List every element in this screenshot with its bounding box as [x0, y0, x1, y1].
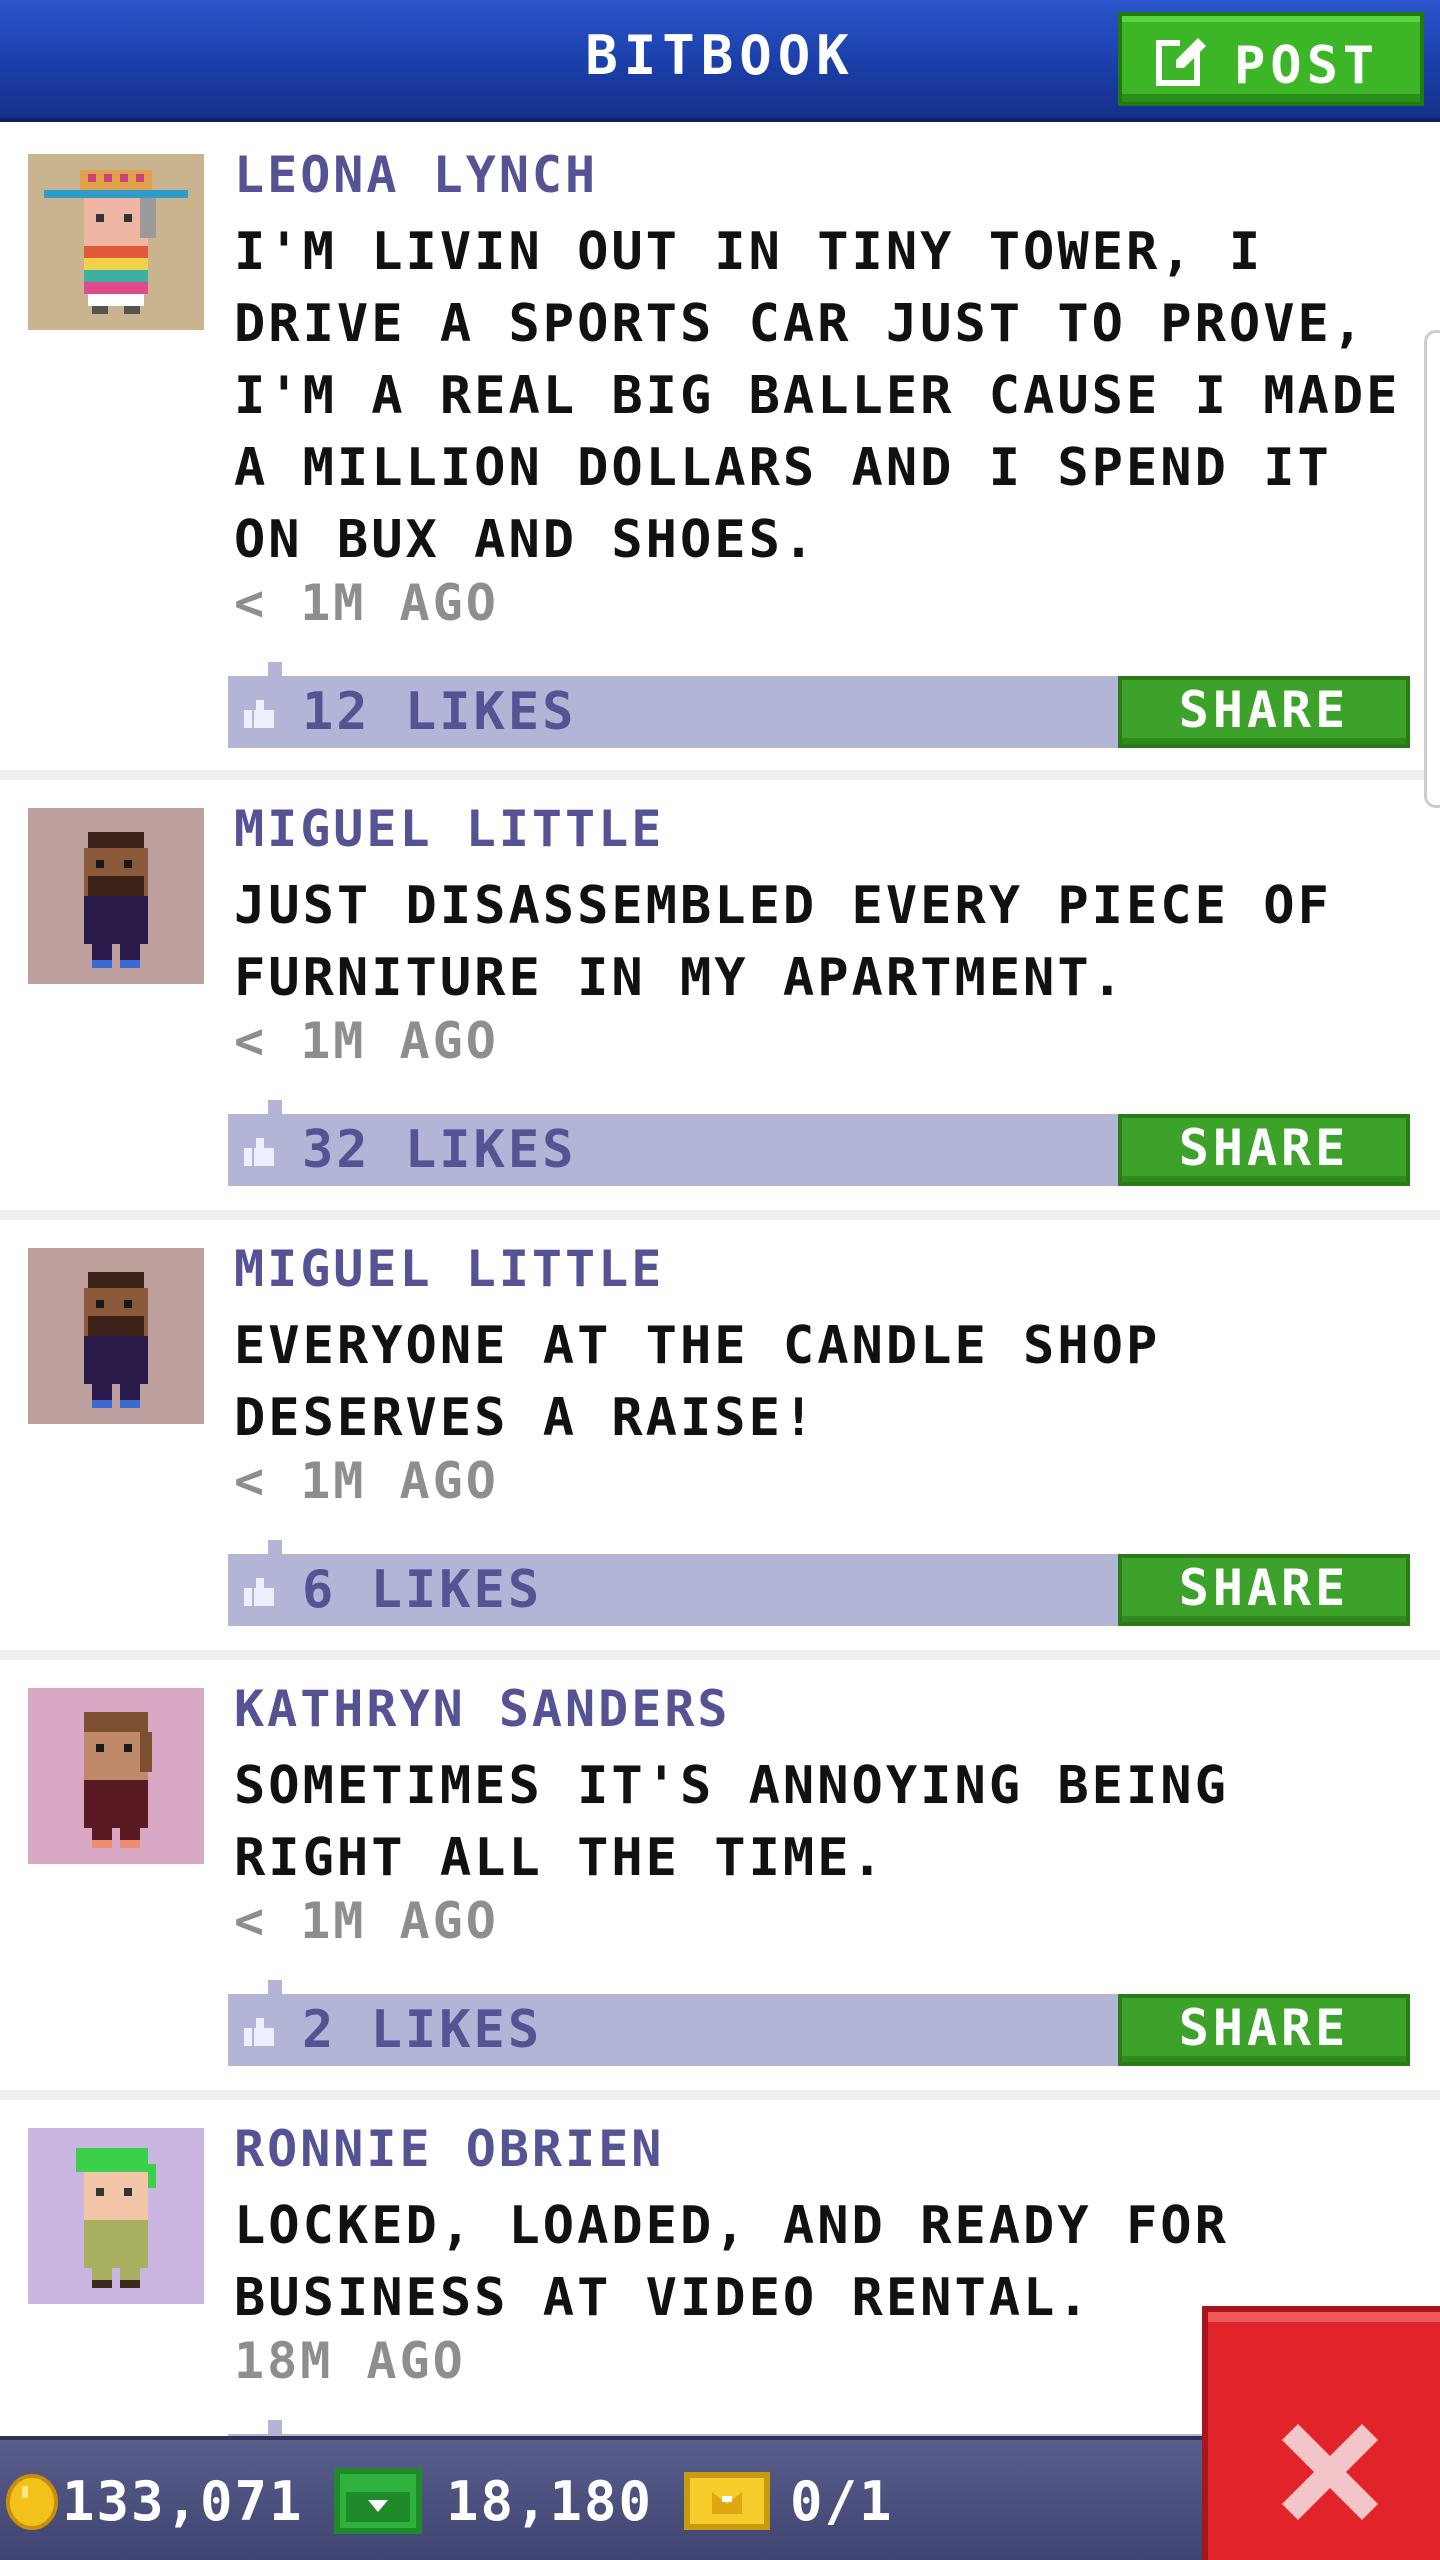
like-bar-notch	[268, 1980, 282, 1994]
header-bar: BITBOOK POST	[0, 0, 1440, 122]
coins-counter: 133,071	[62, 2470, 304, 2533]
post-author[interactable]: MIGUEL LITTLE	[234, 1240, 664, 1298]
like-bar: 6 LIKES SHARE	[228, 1540, 1410, 1626]
like-bar: 2 LIKES SHARE	[228, 1980, 1410, 2066]
avatar	[28, 1688, 204, 1864]
thumbs-up-icon[interactable]	[242, 1134, 276, 1168]
avatar	[28, 1248, 204, 1424]
close-button[interactable]	[1202, 2306, 1440, 2560]
post-author[interactable]: MIGUEL LITTLE	[234, 800, 664, 858]
thumbs-up-icon[interactable]	[242, 1574, 276, 1608]
like-bar: 12 LIKES SHARE	[228, 662, 1410, 748]
coin-icon	[6, 2474, 58, 2530]
post-button[interactable]: POST	[1118, 12, 1424, 106]
like-bar-notch	[268, 2420, 282, 2434]
share-button[interactable]: SHARE	[1118, 676, 1410, 748]
post-timestamp: < 1M AGO	[234, 1012, 499, 1070]
share-button[interactable]: SHARE	[1118, 1554, 1410, 1626]
like-count: 32 LIKES	[302, 1120, 577, 1180]
feed-post: KATHRYN SANDERS SOMETIMES IT'S ANNOYING …	[0, 1660, 1440, 2100]
vip-counter: 0/1	[790, 2470, 894, 2533]
thumbs-up-icon[interactable]	[242, 696, 276, 730]
post-message: EVERYONE AT THE CANDLE SHOP DESERVES A R…	[234, 1316, 1161, 1448]
vip-ticket-icon	[684, 2472, 770, 2530]
post-message: JUST DISASSEMBLED EVERY PIECE OF FURNITU…	[234, 876, 1332, 1008]
post-author[interactable]: LEONA LYNCH	[234, 146, 598, 204]
post-label: POST	[1234, 36, 1380, 96]
post-timestamp: < 1M AGO	[234, 1892, 499, 1950]
share-button[interactable]: SHARE	[1118, 1114, 1410, 1186]
post-message: SOMETIMES IT'S ANNOYING BEING RIGHT ALL …	[234, 1756, 1229, 1888]
post-timestamp: 18M AGO	[234, 2332, 466, 2390]
post-message: I'M LIVIN OUT IN TINY TOWER, I DRIVE A S…	[234, 222, 1401, 570]
like-bar-notch	[268, 1540, 282, 1554]
post-author[interactable]: RONNIE OBRIEN	[234, 2120, 664, 2178]
like-count: 12 LIKES	[302, 682, 577, 742]
post-author[interactable]: KATHRYN SANDERS	[234, 1680, 731, 1738]
like-bar-notch	[268, 662, 282, 676]
avatar	[28, 808, 204, 984]
like-count: 6 LIKES	[302, 1560, 543, 1620]
bux-icon	[334, 2468, 422, 2534]
avatar	[28, 154, 204, 330]
like-bar: 32 LIKES SHARE	[228, 1100, 1410, 1186]
feed-post: LEONA LYNCH I'M LIVIN OUT IN TINY TOWER,…	[0, 126, 1440, 780]
like-count: 2 LIKES	[302, 2000, 543, 2060]
thumbs-up-icon[interactable]	[242, 2014, 276, 2048]
feed-post: MIGUEL LITTLE EVERYONE AT THE CANDLE SHO…	[0, 1220, 1440, 1660]
feed-list: LEONA LYNCH I'M LIVIN OUT IN TINY TOWER,…	[0, 126, 1440, 2540]
like-bar-notch	[268, 1100, 282, 1114]
share-button[interactable]: SHARE	[1118, 1994, 1410, 2066]
post-timestamp: < 1M AGO	[234, 1452, 499, 1510]
bux-counter: 18,180	[446, 2470, 654, 2533]
compose-icon	[1156, 36, 1206, 86]
post-timestamp: < 1M AGO	[234, 574, 499, 632]
avatar	[28, 2128, 204, 2304]
scroll-edge-handle[interactable]	[1424, 330, 1440, 808]
close-icon	[1282, 2424, 1378, 2520]
feed-post: MIGUEL LITTLE JUST DISASSEMBLED EVERY PI…	[0, 780, 1440, 1220]
